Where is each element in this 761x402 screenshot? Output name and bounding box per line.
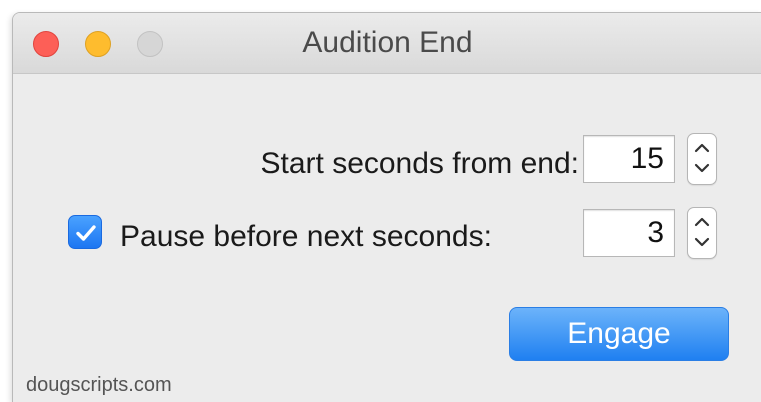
window-title: Audition End (302, 26, 473, 59)
chevron-down-icon[interactable] (694, 163, 710, 173)
chevron-down-icon[interactable] (694, 237, 710, 247)
start-seconds-stepper[interactable] (687, 133, 717, 185)
pause-seconds-stepper[interactable] (687, 207, 717, 259)
checkmark-icon (76, 225, 96, 241)
pause-checkbox[interactable] (68, 215, 102, 249)
chevron-up-icon[interactable] (694, 217, 710, 227)
footer-credit: dougscripts.com (26, 374, 172, 396)
chevron-up-icon[interactable] (694, 143, 710, 153)
pause-seconds-field[interactable]: 3 (583, 209, 675, 257)
pause-seconds-label[interactable]: Pause before next seconds: (120, 220, 492, 254)
start-seconds-label: Start seconds from end: (260, 147, 580, 180)
engage-button[interactable]: Engage (509, 307, 729, 361)
app-window: Audition End Start seconds from end: 15 … (12, 12, 761, 402)
start-seconds-field[interactable]: 15 (583, 135, 675, 183)
title-bar[interactable]: Audition End (13, 13, 761, 74)
